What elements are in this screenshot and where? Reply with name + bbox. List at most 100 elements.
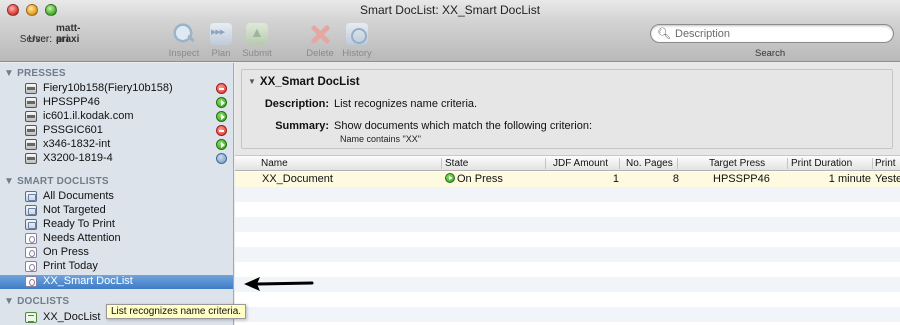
summary-value: Show documents which match the following… bbox=[334, 120, 593, 132]
disclosure-triangle-icon: ▼ bbox=[4, 296, 15, 307]
disclosure-triangle-icon: ▼ bbox=[248, 77, 256, 86]
table-row bbox=[235, 217, 900, 232]
smart-doclist-icon bbox=[25, 276, 37, 287]
search-icon: 🔍︎ bbox=[657, 28, 671, 40]
stopped-status-icon bbox=[216, 125, 227, 136]
app-window: Smart DocList: XX_Smart DocList Server:m… bbox=[0, 0, 900, 325]
doclist-icon bbox=[25, 219, 37, 230]
table-row bbox=[235, 202, 900, 217]
column-header-target-press[interactable]: Target Press bbox=[709, 158, 765, 169]
sidebar-item-press[interactable]: x346-1832-int bbox=[0, 138, 233, 152]
sidebar-item-press[interactable]: X3200-1819-4 bbox=[0, 152, 233, 166]
sidebar-item-on-press[interactable]: On Press bbox=[0, 246, 233, 260]
column-header-jdf-amount[interactable]: JDF Amount bbox=[553, 158, 608, 169]
history-icon bbox=[346, 23, 368, 45]
cell-print-date: Yeste bbox=[875, 173, 900, 185]
printer-icon bbox=[25, 111, 37, 122]
submit-arrow-icon bbox=[246, 23, 268, 45]
search-input[interactable] bbox=[675, 26, 887, 41]
sidebar-item-press[interactable]: ic601.il.kodak.com bbox=[0, 110, 233, 124]
column-divider[interactable] bbox=[619, 158, 620, 169]
documents-table: Name State JDF Amount No. Pages Target P… bbox=[235, 155, 900, 325]
doclist-title[interactable]: ▼ XX_Smart DocList bbox=[248, 76, 360, 88]
user-value: araxi bbox=[56, 34, 80, 45]
user-label: User: bbox=[28, 34, 52, 45]
criterion-text: Name contains "XX" bbox=[340, 134, 421, 144]
printer-icon bbox=[25, 97, 37, 108]
search-field[interactable]: 🔍︎ bbox=[650, 24, 894, 43]
cell-no-pages: 8 bbox=[672, 173, 679, 185]
column-divider[interactable] bbox=[545, 158, 546, 169]
description-value: List recognizes name criteria. bbox=[334, 98, 478, 110]
globe-status-icon bbox=[216, 153, 227, 164]
table-row bbox=[235, 247, 900, 262]
doclist-icon bbox=[25, 312, 37, 323]
sidebar-item-needs-attention[interactable]: Needs Attention bbox=[0, 232, 233, 246]
column-header-no-pages[interactable]: No. Pages bbox=[626, 158, 673, 169]
sidebar: ▼ PRESSES Fiery10b158(Fiery10b158) HPSSP… bbox=[0, 63, 234, 325]
printer-icon bbox=[25, 139, 37, 150]
column-header-state[interactable]: State bbox=[445, 158, 468, 169]
doclists-section-header[interactable]: ▼ DOCLISTS bbox=[4, 296, 69, 307]
title-bar: Smart DocList: XX_Smart DocList bbox=[0, 0, 900, 20]
history-button[interactable]: History bbox=[337, 22, 377, 60]
column-divider[interactable] bbox=[441, 158, 442, 169]
table-row bbox=[235, 262, 900, 277]
cell-print-duration: 1 minute bbox=[828, 173, 871, 185]
column-divider[interactable] bbox=[787, 158, 788, 169]
running-status-icon bbox=[216, 111, 227, 122]
table-row bbox=[235, 277, 900, 292]
sidebar-item-xx-smart-doclist[interactable]: XX_Smart DocList bbox=[0, 275, 233, 289]
disclosure-triangle-icon: ▼ bbox=[4, 68, 15, 79]
sidebar-item-all-documents[interactable]: All Documents bbox=[0, 190, 233, 204]
table-row bbox=[235, 307, 900, 322]
doclist-icon bbox=[25, 191, 37, 202]
smart-doclist-icon bbox=[25, 233, 37, 244]
table-row[interactable]: XX_Document On Press 1 8 HPSSPP46 1 minu… bbox=[235, 172, 900, 187]
submit-label: Submit bbox=[242, 48, 272, 59]
user-info: User: araxi bbox=[0, 34, 92, 45]
on-press-status-icon bbox=[445, 173, 455, 183]
column-divider[interactable] bbox=[677, 158, 678, 169]
magnifier-icon bbox=[173, 23, 195, 45]
running-status-icon bbox=[216, 139, 227, 150]
cell-target-press: HPSSPP46 bbox=[713, 173, 770, 185]
description-label: Description: bbox=[264, 98, 329, 110]
summary-label: Summary: bbox=[275, 120, 329, 132]
printer-icon bbox=[25, 153, 37, 164]
annotation-arrow-icon bbox=[244, 277, 314, 291]
search-caption: Search bbox=[755, 48, 786, 59]
column-divider[interactable] bbox=[872, 158, 873, 169]
smart-doclist-icon bbox=[25, 247, 37, 258]
running-status-icon bbox=[216, 97, 227, 108]
plan-icon bbox=[210, 23, 232, 45]
table-header: Name State JDF Amount No. Pages Target P… bbox=[235, 155, 900, 171]
sidebar-item-press[interactable]: PSSGIC601 bbox=[0, 124, 233, 138]
sidebar-item-ready-to-print[interactable]: Ready To Print bbox=[0, 218, 233, 232]
presses-section-header[interactable]: ▼ PRESSES bbox=[4, 68, 66, 79]
sidebar-item-not-targeted[interactable]: Not Targeted bbox=[0, 204, 233, 218]
smart-doclist-icon bbox=[25, 261, 37, 272]
submit-button[interactable]: Submit bbox=[237, 22, 277, 60]
cell-state: On Press bbox=[445, 173, 503, 185]
cell-name: XX_Document bbox=[262, 173, 333, 185]
sidebar-item-press[interactable]: Fiery10b158(Fiery10b158) bbox=[0, 82, 233, 96]
doclist-icon bbox=[25, 205, 37, 216]
column-header-print-duration[interactable]: Print Duration bbox=[791, 158, 852, 169]
disclosure-triangle-icon: ▼ bbox=[4, 176, 15, 187]
table-row bbox=[235, 232, 900, 247]
smart-doclists-section-header[interactable]: ▼ SMART DOCLISTS bbox=[4, 176, 109, 187]
column-header-name[interactable]: Name bbox=[261, 158, 288, 169]
tooltip: List recognizes name criteria. bbox=[106, 304, 247, 319]
table-row bbox=[235, 187, 900, 202]
column-header-print-date[interactable]: Print bbox=[875, 158, 896, 169]
table-row bbox=[235, 292, 900, 307]
sidebar-item-press[interactable]: HPSSPP46 bbox=[0, 96, 233, 110]
window-title: Smart DocList: XX_Smart DocList bbox=[359, 3, 541, 17]
sidebar-item-print-today[interactable]: Print Today bbox=[0, 260, 233, 274]
doclist-info-box: ▼ XX_Smart DocList Description: List reco… bbox=[241, 69, 893, 149]
main-content: ▼ XX_Smart DocList Description: List reco… bbox=[235, 63, 900, 325]
stopped-status-icon bbox=[216, 83, 227, 94]
doclist-info-panel: ▼ XX_Smart DocList Description: List reco… bbox=[235, 63, 900, 155]
printer-icon bbox=[25, 125, 37, 136]
